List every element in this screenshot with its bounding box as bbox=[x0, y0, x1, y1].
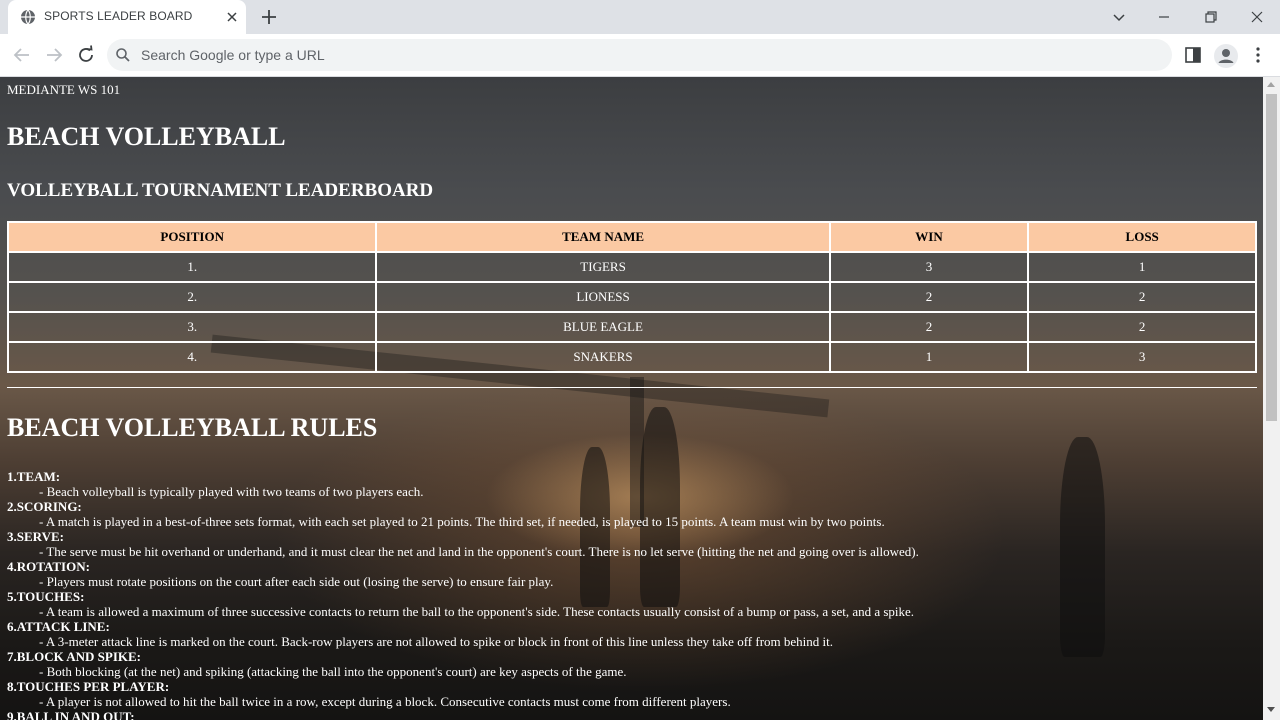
team-name-cell: LIONESS bbox=[375, 281, 831, 313]
rule-heading: 2.SCORING: bbox=[7, 499, 82, 514]
loss-cell: 1 bbox=[1027, 251, 1257, 283]
person-icon bbox=[1218, 49, 1234, 63]
table-header-row: POSITION TEAM NAME WIN LOSS bbox=[6, 221, 1257, 253]
globe-icon bbox=[21, 9, 35, 25]
course-label: MEDIANTE WS 101 bbox=[7, 82, 121, 97]
scroll-down-arrow-icon[interactable] bbox=[1267, 707, 1275, 712]
rule-text: - A match is played in a best-of-three s… bbox=[39, 514, 885, 529]
column-header: POSITION bbox=[6, 221, 378, 253]
column-header: LOSS bbox=[1027, 221, 1257, 253]
page-title: BEACH VOLLEYBALL bbox=[7, 122, 286, 151]
profile-avatar-icon[interactable] bbox=[1214, 44, 1238, 68]
browser-tab[interactable]: SPORTS LEADER BOARD bbox=[8, 0, 246, 34]
rule-heading: 5.TOUCHES: bbox=[7, 589, 85, 604]
page-viewport: MEDIANTE WS 101 BEACH VOLLEYBALL VOLLEYB… bbox=[0, 77, 1263, 720]
table-row: 2. LIONESS 2 2 bbox=[6, 281, 1257, 313]
win-cell: 2 bbox=[828, 311, 1030, 343]
address-input[interactable] bbox=[141, 39, 1141, 71]
win-cell: 1 bbox=[828, 341, 1030, 373]
reload-icon[interactable] bbox=[74, 43, 98, 67]
rule-text: - Both blocking (at the net) and spiking… bbox=[39, 664, 627, 679]
rule-item: 1.TEAM: - Beach volleyball is typically … bbox=[7, 469, 1257, 499]
tab-search-chevron-icon[interactable] bbox=[1107, 5, 1131, 29]
scrollbar-thumb[interactable] bbox=[1266, 94, 1277, 421]
win-cell: 3 bbox=[828, 251, 1030, 283]
position-cell: 3. bbox=[6, 311, 378, 343]
minimize-icon[interactable] bbox=[1152, 5, 1176, 29]
team-name-cell: BLUE EAGLE bbox=[375, 311, 831, 343]
rule-heading: 4.ROTATION: bbox=[7, 559, 90, 574]
win-cell: 2 bbox=[828, 281, 1030, 313]
tab-strip: SPORTS LEADER BOARD bbox=[0, 0, 1280, 34]
loss-cell: 2 bbox=[1027, 311, 1257, 343]
tab-title: SPORTS LEADER BOARD bbox=[44, 9, 193, 23]
position-cell: 2. bbox=[6, 281, 378, 313]
rule-heading: 7.BLOCK AND SPIKE: bbox=[7, 649, 141, 664]
scroll-up-arrow-icon[interactable] bbox=[1267, 82, 1275, 87]
back-arrow-icon[interactable] bbox=[10, 43, 34, 67]
leaderboard-table: POSITION TEAM NAME WIN LOSS 1. TIGERS 3 … bbox=[6, 221, 1257, 373]
rule-heading: 9.BALL IN AND OUT: bbox=[7, 709, 135, 720]
leaderboard-title: VOLLEYBALL TOURNAMENT LEADERBOARD bbox=[7, 180, 434, 201]
team-name-cell: SNAKERS bbox=[375, 341, 831, 373]
address-bar[interactable] bbox=[107, 39, 1172, 71]
column-header: WIN bbox=[828, 221, 1030, 253]
rule-item: 2.SCORING: - A match is played in a best… bbox=[7, 499, 1257, 529]
forward-arrow-icon[interactable] bbox=[42, 43, 66, 67]
rules-list: 1.TEAM: - Beach volleyball is typically … bbox=[7, 469, 1257, 720]
rule-heading: 6.ATTACK LINE: bbox=[7, 619, 110, 634]
rule-item: 7.BLOCK AND SPIKE: - Both blocking (at t… bbox=[7, 649, 1257, 679]
restore-icon[interactable] bbox=[1198, 5, 1222, 29]
rule-heading: 3.SERVE: bbox=[7, 529, 64, 544]
loss-cell: 3 bbox=[1027, 341, 1257, 373]
rule-item: 5.TOUCHES: - A team is allowed a maximum… bbox=[7, 589, 1257, 619]
search-icon bbox=[116, 48, 130, 62]
close-window-icon[interactable] bbox=[1245, 5, 1269, 29]
rule-text: - A player is not allowed to hit the bal… bbox=[39, 694, 731, 709]
rule-item: 3.SERVE: - The serve must be hit overhan… bbox=[7, 529, 1257, 559]
column-header: TEAM NAME bbox=[375, 221, 831, 253]
team-name-cell: TIGERS bbox=[375, 251, 831, 283]
rule-item: 4.ROTATION: - Players must rotate positi… bbox=[7, 559, 1257, 589]
horizontal-rule bbox=[7, 387, 1257, 388]
position-cell: 4. bbox=[6, 341, 378, 373]
rule-text: - The serve must be hit overhand or unde… bbox=[39, 544, 919, 559]
rule-heading: 1.TEAM: bbox=[7, 469, 61, 484]
browser-toolbar bbox=[0, 34, 1280, 77]
kebab-menu-icon[interactable] bbox=[1246, 43, 1270, 67]
close-tab-icon[interactable] bbox=[224, 9, 240, 25]
rule-text: - Beach volleyball is typically played w… bbox=[39, 484, 424, 499]
rule-text: - A team is allowed a maximum of three s… bbox=[39, 604, 915, 619]
rule-text: - A 3-meter attack line is marked on the… bbox=[39, 634, 833, 649]
position-cell: 1. bbox=[6, 251, 378, 283]
rule-item: 6.ATTACK LINE: - A 3-meter attack line i… bbox=[7, 619, 1257, 649]
vertical-scrollbar[interactable] bbox=[1263, 77, 1280, 720]
rules-title: BEACH VOLLEYBALL RULES bbox=[7, 413, 378, 442]
side-panel-icon[interactable] bbox=[1181, 43, 1205, 67]
rule-item: 8.TOUCHES PER PLAYER: - A player is not … bbox=[7, 679, 1257, 709]
table-row: 3. BLUE EAGLE 2 2 bbox=[6, 311, 1257, 343]
loss-cell: 2 bbox=[1027, 281, 1257, 313]
table-row: 1. TIGERS 3 1 bbox=[6, 251, 1257, 283]
new-tab-icon[interactable] bbox=[259, 7, 279, 27]
table-row: 4. SNAKERS 1 3 bbox=[6, 341, 1257, 373]
rule-heading: 8.TOUCHES PER PLAYER: bbox=[7, 679, 170, 694]
rule-text: - Players must rotate positions on the c… bbox=[39, 574, 554, 589]
rule-item: 9.BALL IN AND OUT: bbox=[7, 709, 1257, 720]
